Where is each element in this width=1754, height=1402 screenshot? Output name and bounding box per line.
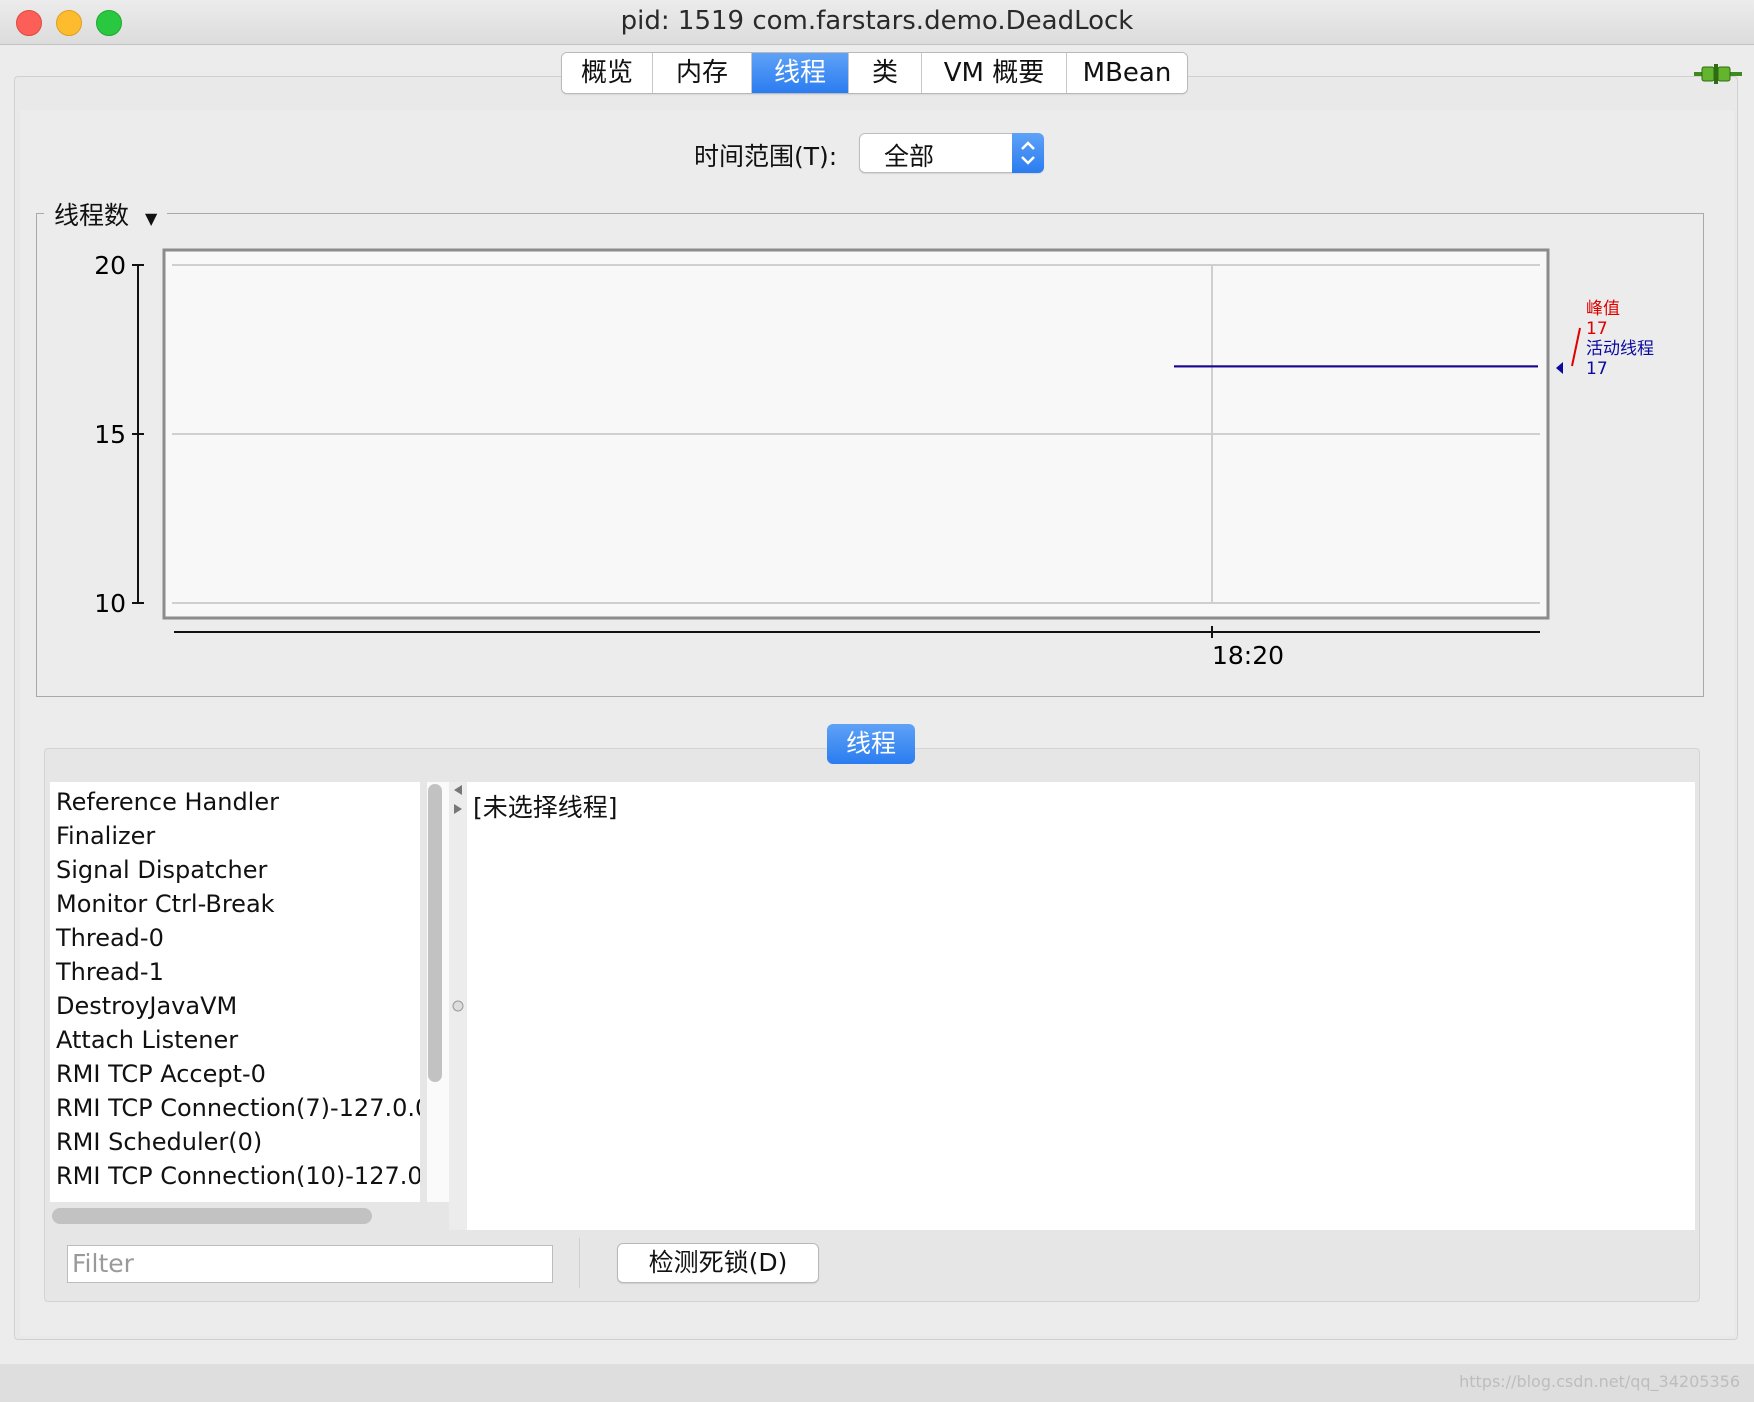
thread-list-item[interactable]: Attach Listener — [56, 1026, 238, 1054]
thread-list[interactable]: Reference Handler Finalizer Signal Dispatc… — [50, 782, 420, 1202]
legend-live-label: 活动线程 — [1586, 339, 1654, 359]
thread-list-item[interactable]: DestroyJavaVM — [56, 992, 237, 1020]
divider-handle-icon[interactable] — [452, 1000, 464, 1012]
thread-list-item[interactable]: Finalizer — [56, 822, 155, 850]
thread-list-item[interactable]: RMI TCP Accept-0 — [56, 1060, 266, 1088]
thread-list-item[interactable]: Signal Dispatcher — [56, 856, 267, 884]
legend-live-value: 17 — [1586, 359, 1608, 379]
x-tick-label: 18:20 — [1212, 641, 1284, 670]
expand-right-icon[interactable] — [454, 804, 462, 814]
toolbar-separator — [579, 1238, 580, 1288]
threads-section-title: 线程 — [827, 724, 915, 764]
thread-count-chart: 20 15 10 18:20 峰值 17 活动线程 17 — [94, 248, 1654, 670]
legend-peak-label: 峰值 — [1586, 299, 1620, 319]
thread-detail-text: [未选择线程] — [473, 793, 618, 822]
watermark-text: https://blog.csdn.net/qq_34205356 — [1459, 1372, 1740, 1391]
legend-peak-value: 17 — [1586, 319, 1608, 339]
y-tick-label: 20 — [94, 251, 126, 280]
thread-list-item[interactable]: RMI TCP Connection(10)-127.0 — [56, 1162, 420, 1190]
thread-list-item[interactable]: Thread-0 — [56, 924, 164, 952]
thread-list-item[interactable]: RMI TCP Connection(7)-127.0.0 — [56, 1094, 420, 1122]
thread-list-item[interactable]: Thread-1 — [56, 958, 164, 986]
collapse-left-icon[interactable] — [454, 785, 462, 795]
status-bar: https://blog.csdn.net/qq_34205356 — [0, 1364, 1754, 1402]
y-tick-label: 15 — [94, 420, 126, 449]
filter-field[interactable] — [67, 1245, 553, 1283]
thread-list-hscroll-thumb[interactable] — [52, 1208, 372, 1224]
thread-list-item[interactable]: Reference Handler — [56, 788, 279, 816]
thread-list-item[interactable]: RMI Scheduler(0) — [56, 1128, 262, 1156]
detect-deadlock-button[interactable]: 检测死锁(D) — [617, 1243, 819, 1283]
split-divider[interactable] — [449, 782, 467, 1230]
y-ticks: 20 15 10 — [94, 251, 144, 618]
filter-input[interactable] — [68, 1246, 546, 1280]
peak-connector — [1571, 327, 1581, 367]
live-marker-icon — [1556, 362, 1563, 374]
thread-detail-pane: [未选择线程] — [467, 782, 1695, 1230]
thread-list-item[interactable]: Monitor Ctrl-Break — [56, 890, 275, 918]
thread-list-vscroll-thumb[interactable] — [428, 784, 442, 1082]
y-tick-label: 10 — [94, 589, 126, 618]
